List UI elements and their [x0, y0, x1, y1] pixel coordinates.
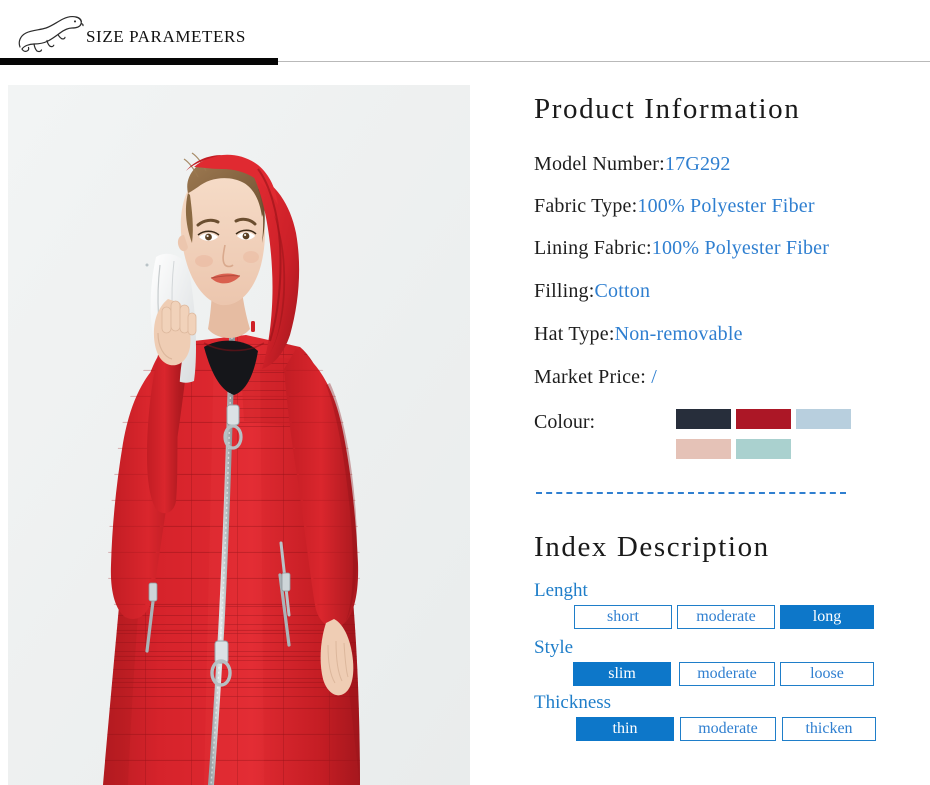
- index-group-style: Style slim moderate loose: [534, 637, 914, 686]
- colour-swatch[interactable]: [676, 409, 731, 429]
- option-moderate[interactable]: moderate: [680, 717, 776, 741]
- option-thin[interactable]: thin: [576, 717, 674, 741]
- product-info-panel: Product Information Model Number:17G292 …: [520, 85, 922, 785]
- colour-label: Colour:: [534, 411, 596, 433]
- spec-value: /: [646, 366, 657, 388]
- spec-fabric-type: Fabric Type:100% Polyester Fiber: [534, 195, 815, 218]
- index-group-lenght: Lenght short moderate long: [534, 580, 914, 629]
- spec-market-price: Market Price: /: [534, 366, 657, 389]
- product-photo: [8, 85, 470, 785]
- spec-label: Market Price:: [534, 366, 647, 388]
- spec-label: Hat Type:: [534, 323, 615, 345]
- index-group-label: Style: [534, 637, 574, 658]
- colour-swatch[interactable]: [676, 439, 731, 459]
- colour-swatch[interactable]: [736, 409, 791, 429]
- option-track: slim moderate loose: [534, 662, 914, 686]
- option-thicken[interactable]: thicken: [782, 717, 876, 741]
- spec-label: Fabric Type:: [534, 195, 638, 217]
- colour-swatch-row: [676, 409, 916, 431]
- colour-swatch-grid: [676, 409, 916, 469]
- page-header: SIZE PARAMETERS: [0, 0, 930, 65]
- spec-label: Lining Fabric:: [534, 237, 652, 259]
- option-slim[interactable]: slim: [573, 662, 671, 686]
- option-short[interactable]: short: [574, 605, 672, 629]
- index-description-heading: Index Description: [534, 531, 770, 563]
- option-moderate[interactable]: moderate: [677, 605, 775, 629]
- index-group-thickness: Thickness thin moderate thicken: [534, 692, 914, 741]
- option-track: thin moderate thicken: [534, 717, 914, 741]
- section-divider: [536, 492, 846, 494]
- colour-swatch[interactable]: [736, 439, 791, 459]
- spec-value: 100% Polyester Fiber: [637, 195, 815, 217]
- spec-label: Filling:: [534, 280, 595, 302]
- colour-swatch[interactable]: [796, 409, 851, 429]
- page-title: SIZE PARAMETERS: [86, 27, 246, 46]
- spec-value: 17G292: [664, 153, 731, 175]
- polar-bear-logo-icon: [14, 9, 86, 57]
- spec-lining-fabric: Lining Fabric:100% Polyester Fiber: [534, 237, 829, 260]
- option-long[interactable]: long: [780, 605, 874, 629]
- spec-model-number: Model Number:17G292: [534, 153, 731, 176]
- spec-filling: Filling:Cotton: [534, 280, 650, 303]
- option-loose[interactable]: loose: [780, 662, 874, 686]
- spec-label: Model Number:: [534, 153, 665, 175]
- index-group-label: Lenght: [534, 580, 588, 601]
- spec-hat-type: Hat Type:Non-removable: [534, 323, 743, 346]
- option-moderate[interactable]: moderate: [679, 662, 775, 686]
- size-parameters-page: SIZE PARAMETERS Product Information Mode…: [0, 0, 930, 785]
- spec-value: Non-removable: [614, 323, 743, 345]
- option-track: short moderate long: [534, 605, 914, 629]
- index-group-label: Thickness: [534, 692, 612, 713]
- spec-value: Cotton: [594, 280, 651, 302]
- colour-swatch-row: [676, 439, 916, 461]
- spec-value: 100% Polyester Fiber: [651, 237, 830, 259]
- product-information-heading: Product Information: [534, 93, 801, 125]
- header-accent-bar: [0, 58, 278, 65]
